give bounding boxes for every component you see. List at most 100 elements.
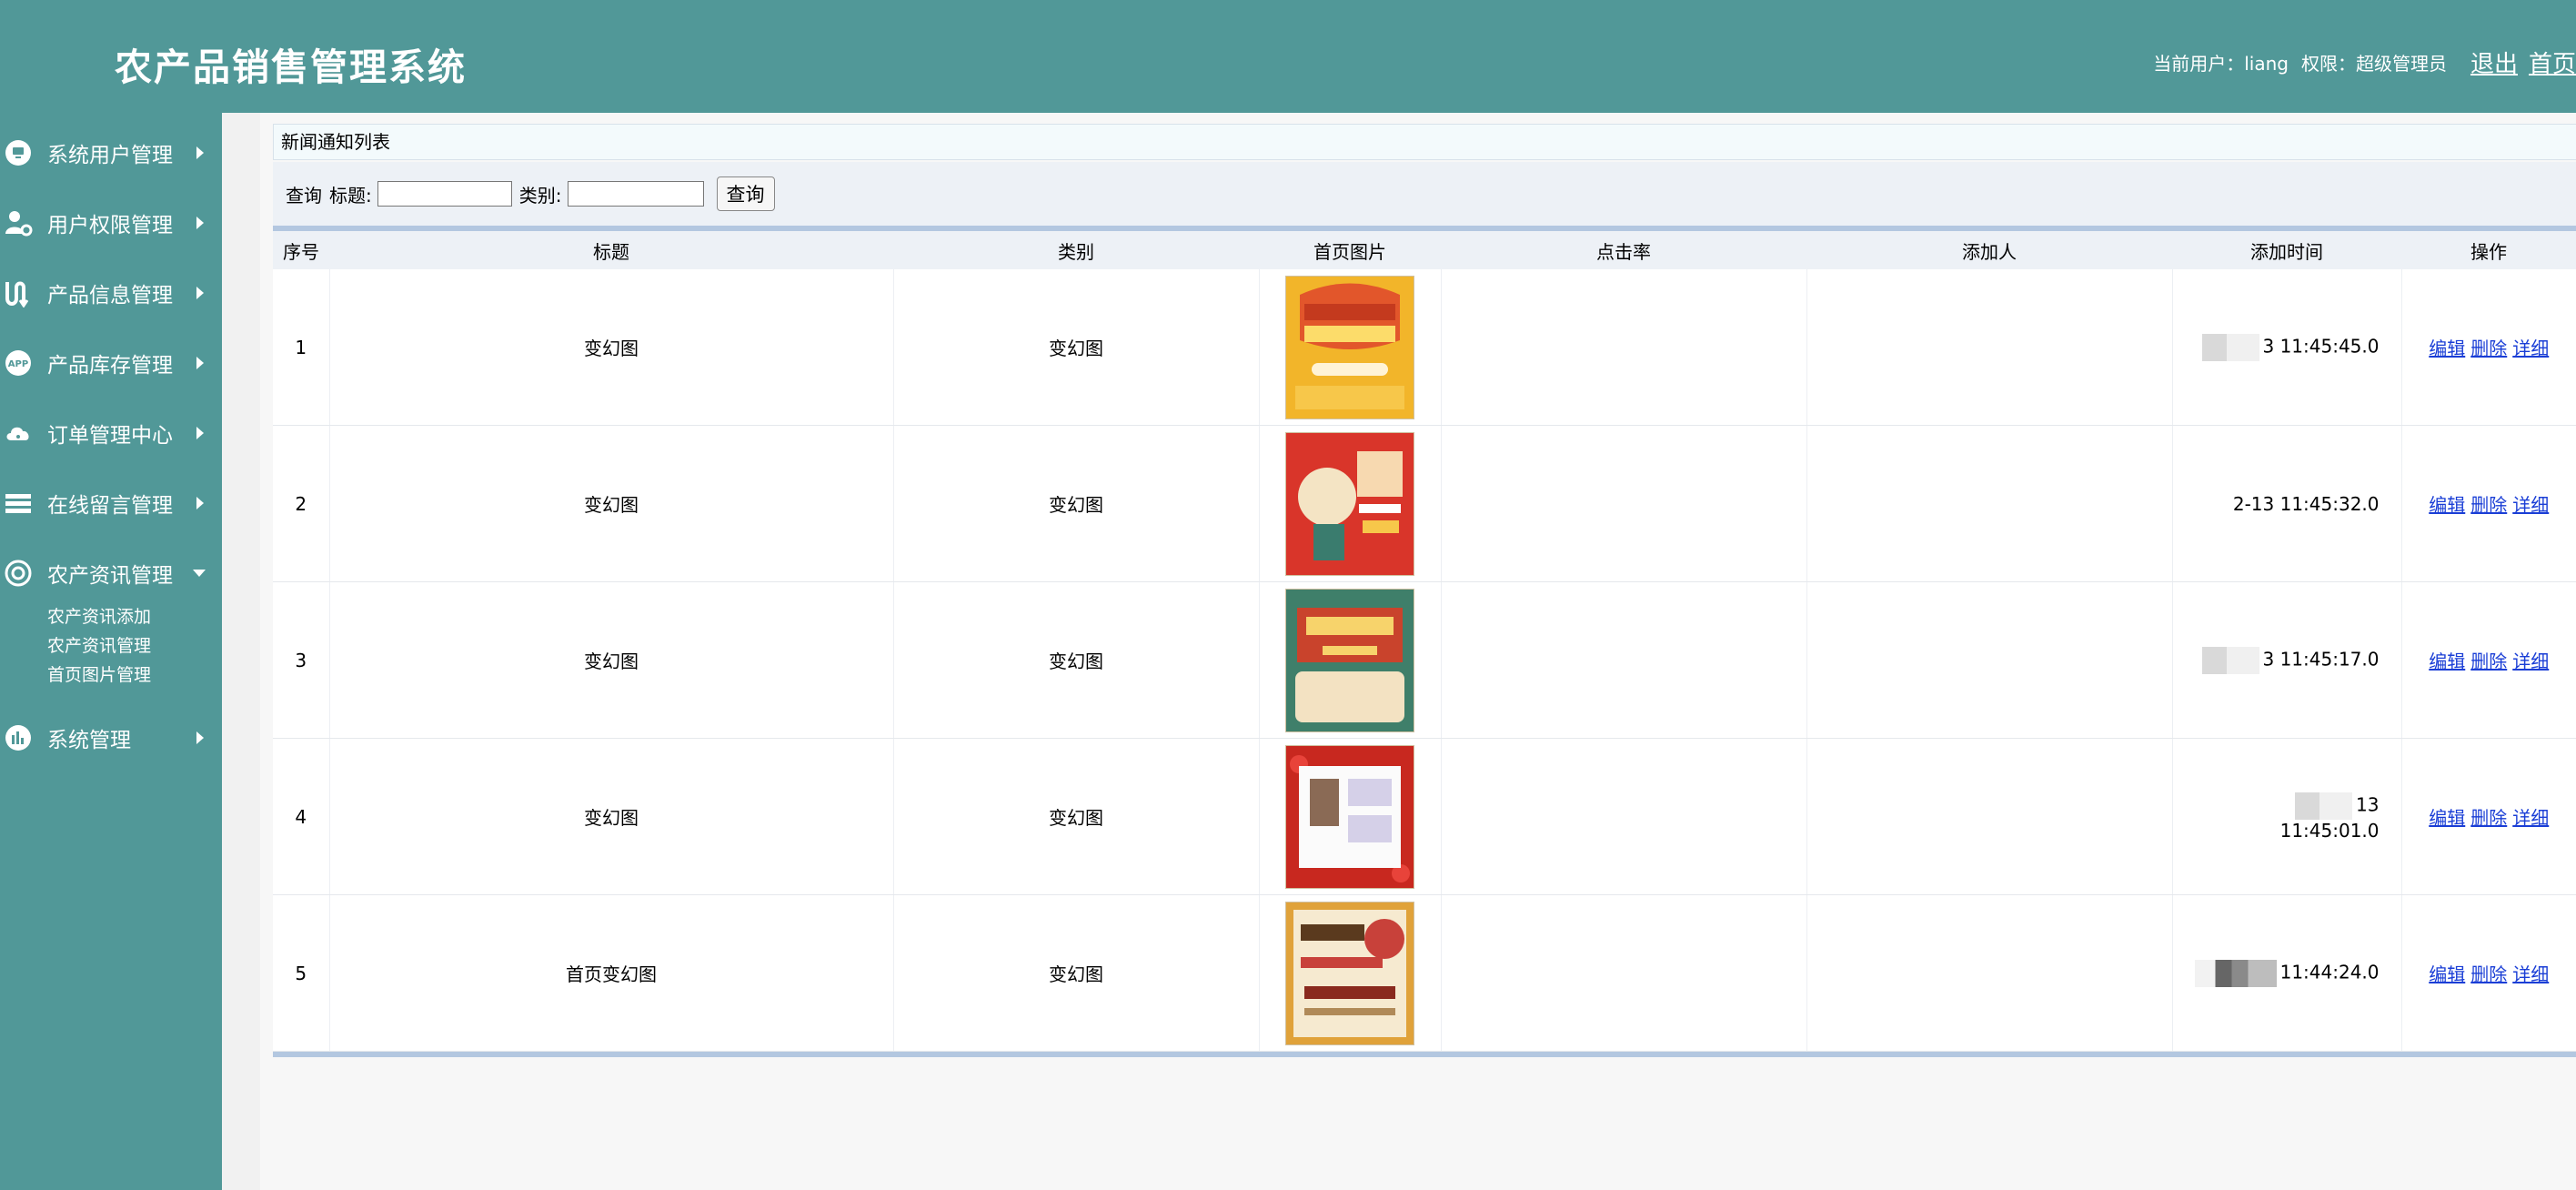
delete-link[interactable]: 删除 — [2470, 963, 2507, 985]
banner-thumbnail — [1285, 588, 1414, 732]
user-gear-icon — [4, 208, 33, 237]
row-category: 变幻图 — [893, 581, 1260, 739]
detail-link[interactable]: 详细 — [2512, 338, 2549, 359]
chevron-right-icon — [196, 497, 204, 509]
settings-icon — [4, 559, 33, 588]
chevron-right-icon — [196, 427, 204, 439]
sidebar-item-label: 订单管理中心 — [47, 424, 173, 448]
title-filter-input[interactable] — [377, 181, 512, 207]
delete-link[interactable]: 删除 — [2470, 807, 2507, 829]
row-adder — [1806, 581, 2173, 739]
redacted-blur — [2194, 959, 2277, 987]
delete-link[interactable]: 删除 — [2470, 650, 2507, 672]
home-link[interactable]: 首页 — [2529, 45, 2576, 79]
redacted-blur — [2177, 646, 2259, 674]
submenu-home-images[interactable]: 首页图片管理 — [47, 661, 151, 690]
column-header: 序号 — [273, 231, 329, 269]
logout-link[interactable]: 退出 — [2470, 45, 2518, 79]
chevron-right-icon — [196, 731, 204, 744]
row-category: 变幻图 — [893, 738, 1260, 895]
chevron-right-icon — [196, 287, 204, 299]
edit-link[interactable]: 编辑 — [2429, 807, 2465, 829]
main-content: 新闻通知列表 查询 标题: 类别: 查询 序号 标题 类别 首页图片 点击率 添 — [271, 122, 2576, 1068]
column-header: 添加人 — [1806, 231, 2172, 269]
row-clicks — [1441, 425, 1807, 582]
search-button[interactable]: 查询 — [716, 176, 775, 211]
table-row: 1 变幻图 变幻图 3 11:45:45.0 编辑 删除 详细 — [273, 269, 2576, 426]
sidebar-item-system-users[interactable]: 系统用户管理 — [0, 126, 222, 180]
row-number: 2 — [273, 425, 330, 582]
banner-thumbnail — [1285, 275, 1414, 419]
table-row: 3 变幻图 变幻图 3 11:45:17.0 编辑 删除 详细 — [273, 581, 2576, 739]
category-filter-label: 类别: — [518, 184, 562, 207]
column-header: 添加时间 — [2172, 231, 2401, 269]
sidebar-item-news[interactable]: 农产资讯管理 — [0, 546, 222, 600]
svg-text:APP: APP — [8, 359, 28, 369]
row-number: 1 — [273, 269, 330, 426]
row-title: 变幻图 — [329, 581, 894, 739]
user-info: 当前用户：liang 权限：超级管理员 退出 首页 — [2153, 44, 2576, 80]
redacted-blur — [2270, 792, 2353, 820]
app-title: 农产品销售管理系统 — [115, 45, 467, 89]
row-title: 变幻图 — [329, 269, 894, 426]
column-header: 标题 — [329, 231, 893, 269]
row-adder — [1806, 269, 2173, 426]
edit-link[interactable]: 编辑 — [2429, 338, 2465, 359]
sidebar-item-label: 系统管理 — [47, 729, 131, 752]
table-row: 4 变幻图 变幻图 13 11:45:01.0 编辑 删除 详细 — [273, 738, 2576, 895]
search-bar: 查询 标题: 类别: 查询 — [273, 162, 2576, 226]
banner-thumbnail — [1285, 431, 1414, 576]
submenu-news-add[interactable]: 农产资讯添加 — [47, 602, 151, 631]
delete-link[interactable]: 删除 — [2470, 494, 2507, 516]
table-header-row: 序号 标题 类别 首页图片 点击率 添加人 添加时间 操作 — [273, 231, 2576, 269]
row-clicks — [1441, 894, 1807, 1052]
cloud-icon — [4, 419, 33, 448]
column-header: 点击率 — [1441, 231, 1806, 269]
row-adder — [1806, 738, 2173, 895]
chevron-down-icon — [193, 570, 206, 577]
query-label: 查询 — [286, 184, 322, 207]
row-time: 11:44:24.0 — [2279, 961, 2380, 983]
route-icon — [4, 278, 33, 308]
role-label: 权限：超级管理员 — [2300, 52, 2447, 75]
row-adder — [1806, 425, 2173, 582]
news-table: 序号 标题 类别 首页图片 点击率 添加人 添加时间 操作 1 变幻图 变幻图 — [273, 231, 2576, 1052]
column-header: 操作 — [2401, 231, 2576, 269]
sidebar-item-system[interactable]: 系统管理 — [0, 711, 222, 765]
row-category: 变幻图 — [893, 894, 1260, 1052]
sidebar-item-orders[interactable]: 订单管理中心 — [0, 406, 222, 460]
sidebar-item-label: 系统用户管理 — [47, 144, 173, 167]
row-adder — [1806, 894, 2173, 1052]
monitor-icon — [4, 138, 33, 167]
row-category: 变幻图 — [893, 425, 1260, 582]
sidebar-item-messages[interactable]: 在线留言管理 — [0, 476, 222, 530]
sidebar-item-user-permissions[interactable]: 用户权限管理 — [0, 196, 222, 250]
sidebar-item-inventory[interactable]: APP 产品库存管理 — [0, 336, 222, 390]
category-filter-input[interactable] — [567, 181, 704, 207]
edit-link[interactable]: 编辑 — [2429, 494, 2465, 516]
sidebar-item-product-info[interactable]: 产品信息管理 — [0, 266, 222, 320]
top-header: 农产品销售管理系统 当前用户：liang 权限：超级管理员 退出 首页 — [0, 0, 2576, 113]
sidebar-item-label: 在线留言管理 — [47, 494, 173, 518]
edit-link[interactable]: 编辑 — [2429, 650, 2465, 672]
detail-link[interactable]: 详细 — [2512, 963, 2549, 985]
delete-link[interactable]: 删除 — [2470, 338, 2507, 359]
sidebar-item-label: 农产资讯管理 — [47, 564, 173, 588]
row-time: 3 11:45:17.0 — [2262, 648, 2380, 670]
row-clicks — [1441, 738, 1807, 895]
submenu-news-manage[interactable]: 农产资讯管理 — [47, 631, 151, 661]
row-title: 变幻图 — [329, 738, 894, 895]
row-clicks — [1441, 269, 1807, 426]
row-title: 变幻图 — [329, 425, 894, 582]
column-header: 类别 — [893, 231, 1259, 269]
sidebar-item-label: 产品库存管理 — [47, 354, 173, 378]
edit-link[interactable]: 编辑 — [2429, 963, 2465, 985]
detail-link[interactable]: 详细 — [2512, 807, 2549, 829]
layers-icon — [4, 489, 33, 518]
table-row: 2 变幻图 变幻图 2-13 11:45:32.0 编辑 删除 详细 — [273, 425, 2576, 582]
detail-link[interactable]: 详细 — [2512, 650, 2549, 672]
sidebar-item-label: 产品信息管理 — [47, 284, 173, 308]
row-category: 变幻图 — [893, 269, 1260, 426]
chevron-right-icon — [196, 357, 204, 369]
detail-link[interactable]: 详细 — [2512, 494, 2549, 516]
